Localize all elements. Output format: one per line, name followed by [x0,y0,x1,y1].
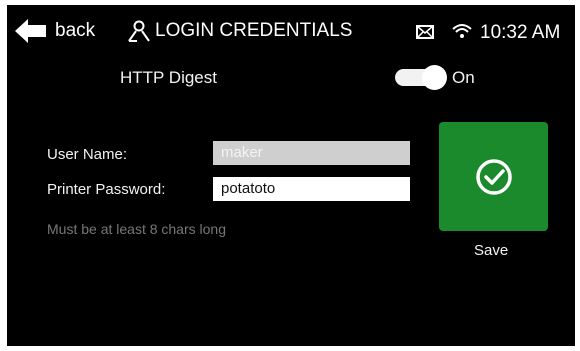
wifi-icon [452,23,472,44]
save-button[interactable] [439,122,548,231]
status-time: 10:32 AM [480,22,561,43]
http-digest-label: HTTP Digest [120,68,217,87]
toggle-state-label: On [452,68,475,87]
username-field: maker [213,141,410,165]
check-circle-icon [475,158,513,201]
username-label: User Name: [47,146,128,163]
password-field[interactable]: potatoto [213,177,410,201]
page-title: LOGIN CREDENTIALS [155,20,353,41]
save-label: Save [474,242,509,259]
password-label: Printer Password: [47,181,166,198]
back-label: back [55,20,96,41]
mail-icon [416,25,434,44]
user-icon [127,20,151,47]
password-hint: Must be at least 8 chars long [47,221,226,237]
back-arrow-icon [15,19,47,48]
toggle-knob [422,65,447,90]
device-screen: back LOGIN CREDENTIALS 10:32 AM HTTP Dig… [7,5,575,346]
back-button[interactable]: back [15,17,115,47]
